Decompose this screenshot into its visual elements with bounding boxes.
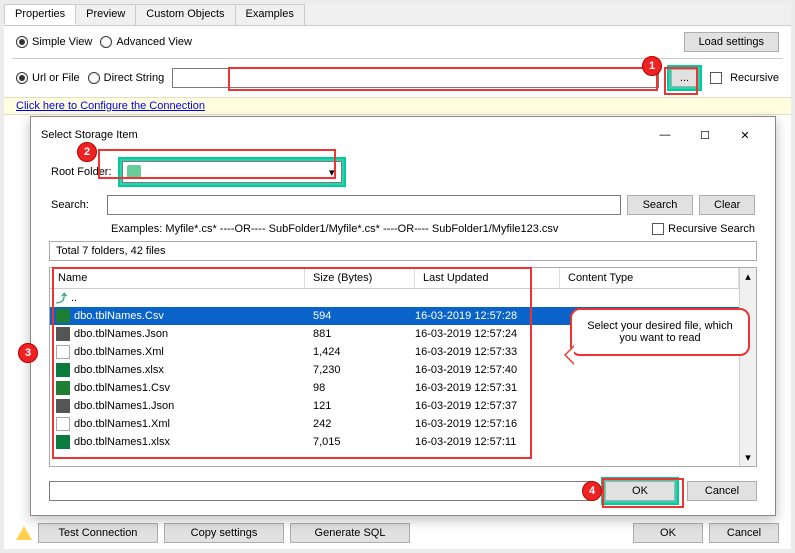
col-updated[interactable]: Last Updated xyxy=(415,268,560,288)
configure-connection-link[interactable]: Click here to Configure the Connection xyxy=(16,100,205,112)
direct-string-radio[interactable]: Direct String xyxy=(88,72,165,84)
file-grid: Name Size (Bytes) Last Updated Content T… xyxy=(49,267,757,467)
advanced-view-radio[interactable]: Advanced View xyxy=(100,36,192,48)
clear-button[interactable]: Clear xyxy=(699,195,755,215)
file-row[interactable]: dbo.tblNames1.Json12116-03-2019 12:57:37 xyxy=(50,397,739,415)
xml-file-icon xyxy=(56,345,70,359)
tab-preview[interactable]: Preview xyxy=(75,4,136,25)
bottom-button-bar: Test Connection Copy settings Generate S… xyxy=(16,523,779,543)
root-folder-combo[interactable]: ▾ xyxy=(122,161,342,183)
main-cancel-button[interactable]: Cancel xyxy=(709,523,779,543)
test-connection-button[interactable]: Test Connection xyxy=(38,523,158,543)
file-row[interactable]: dbo.tblNames.xlsx7,23016-03-2019 12:57:4… xyxy=(50,361,739,379)
tab-custom-objects[interactable]: Custom Objects xyxy=(135,4,235,25)
xml-file-icon xyxy=(56,417,70,431)
main-ok-button[interactable]: OK xyxy=(633,523,703,543)
xlsx-file-icon xyxy=(56,435,70,449)
search-label: Search: xyxy=(51,199,101,211)
badge-4: 4 xyxy=(582,481,602,501)
view-mode-row: Simple View Advanced View Load settings xyxy=(4,26,791,58)
scroll-down-icon[interactable]: ▾ xyxy=(740,449,756,466)
col-content[interactable]: Content Type xyxy=(560,268,739,288)
json-file-icon xyxy=(56,399,70,413)
badge-3: 3 xyxy=(18,343,38,363)
tab-examples[interactable]: Examples xyxy=(235,4,305,25)
col-name[interactable]: Name xyxy=(50,268,305,288)
recursive-search-checkbox[interactable] xyxy=(652,223,664,235)
tab-bar: Properties Preview Custom Objects Exampl… xyxy=(4,4,791,26)
xlsx-file-icon xyxy=(56,363,70,377)
badge-1: 1 xyxy=(642,56,662,76)
recursive-label: Recursive xyxy=(730,72,779,84)
file-row[interactable]: dbo.tblNames1.xlsx7,01516-03-2019 12:57:… xyxy=(50,433,739,451)
selected-path-input[interactable] xyxy=(49,481,593,501)
root-folder-label: Root Folder: xyxy=(51,166,112,178)
load-settings-button[interactable]: Load settings xyxy=(684,32,779,52)
file-row[interactable]: dbo.tblNames1.Csv9816-03-2019 12:57:31 xyxy=(50,379,739,397)
dialog-title: Select Storage Item xyxy=(41,129,138,141)
warning-icon xyxy=(16,526,32,540)
close-button[interactable]: ✕ xyxy=(725,123,765,147)
minimize-button[interactable]: — xyxy=(645,123,685,147)
callout: Select your desired file, which you want… xyxy=(570,308,750,356)
status-bar: Total 7 folders, 42 files xyxy=(49,241,757,261)
search-input[interactable] xyxy=(107,195,621,215)
url-input[interactable] xyxy=(172,68,659,88)
examples-text: Examples: Myfile*.cs* ----OR---- SubFold… xyxy=(111,223,558,235)
browse-button[interactable]: ... xyxy=(671,69,698,87)
ok-button[interactable]: OK xyxy=(605,481,675,501)
copy-settings-button[interactable]: Copy settings xyxy=(164,523,284,543)
generate-sql-button[interactable]: Generate SQL xyxy=(290,523,410,543)
json-file-icon xyxy=(56,327,70,341)
recursive-search-label: Recursive Search xyxy=(668,223,755,235)
scroll-up-icon[interactable]: ▴ xyxy=(740,268,756,285)
file-row[interactable]: dbo.tblNames1.Xml24216-03-2019 12:57:16 xyxy=(50,415,739,433)
search-button[interactable]: Search xyxy=(627,195,693,215)
simple-view-radio[interactable]: Simple View xyxy=(16,36,92,48)
csv-file-icon xyxy=(56,309,70,323)
maximize-button[interactable]: ☐ xyxy=(685,123,725,147)
up-folder-icon: ⤴ xyxy=(56,290,67,306)
chevron-down-icon: ▾ xyxy=(323,166,341,179)
file-row[interactable]: ⤴.. xyxy=(50,289,739,307)
cancel-button[interactable]: Cancel xyxy=(687,481,757,501)
source-row: Url or File Direct String ... Recursive xyxy=(4,59,791,97)
csv-file-icon xyxy=(56,381,70,395)
scrollbar[interactable]: ▴ ▾ xyxy=(739,268,756,466)
col-size[interactable]: Size (Bytes) xyxy=(305,268,415,288)
badge-2: 2 xyxy=(77,142,97,162)
bucket-icon xyxy=(127,165,141,179)
recursive-checkbox[interactable] xyxy=(710,72,722,84)
tab-properties[interactable]: Properties xyxy=(4,4,76,25)
url-or-file-radio[interactable]: Url or File xyxy=(16,72,80,84)
